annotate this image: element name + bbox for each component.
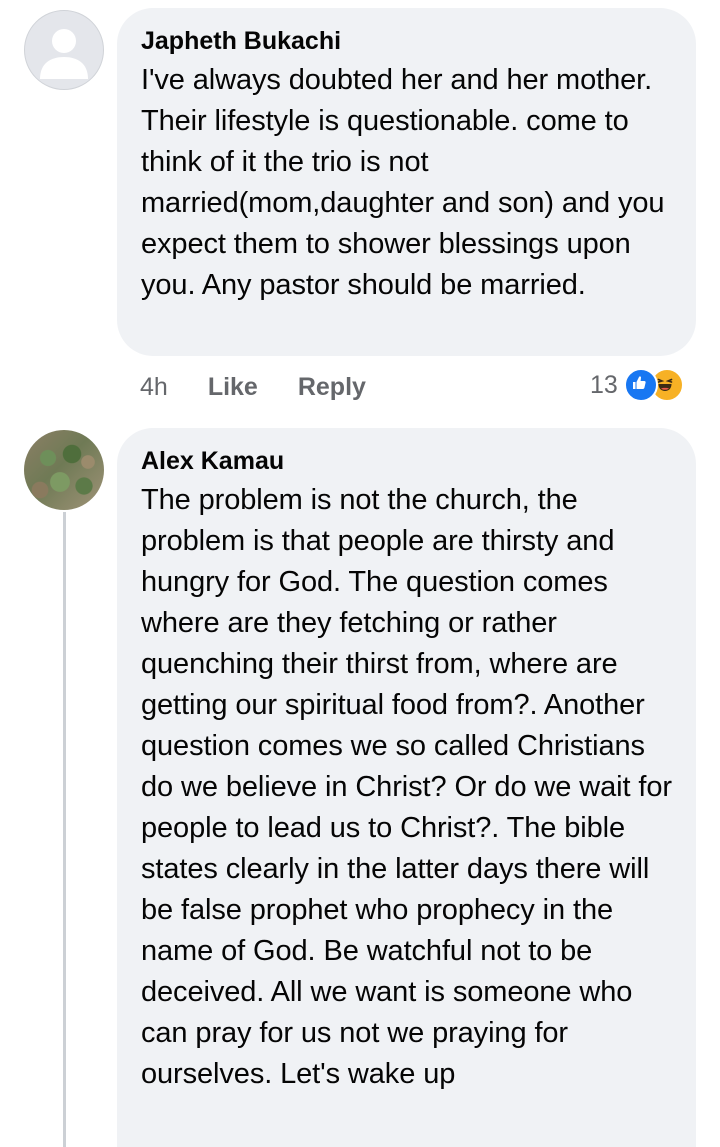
default-avatar-icon[interactable]: [24, 10, 104, 90]
person-silhouette-icon: [40, 29, 88, 79]
comment-bubble: Japheth Bukachi I've always doubted her …: [117, 8, 696, 356]
comment-bubble: Alex Kamau The problem is not the church…: [117, 428, 696, 1147]
reaction-count: 13: [590, 370, 618, 399]
reply-thread-line: [63, 512, 66, 1147]
comment-text: The problem is not the church, the probl…: [141, 484, 672, 1090]
user-avatar[interactable]: [24, 430, 104, 510]
like-reaction-icon: [623, 368, 658, 402]
comment-text: I've always doubted her and her mother. …: [141, 64, 665, 301]
like-button[interactable]: Like: [208, 373, 258, 402]
comment-author[interactable]: Japheth Bukachi: [141, 26, 680, 56]
comment-timestamp[interactable]: 4h: [140, 373, 168, 402]
reaction-summary[interactable]: 13: [590, 366, 684, 404]
comment-author[interactable]: Alex Kamau: [141, 446, 680, 476]
comment-actions: 4h Like Reply: [140, 364, 366, 410]
reply-button[interactable]: Reply: [298, 373, 366, 402]
